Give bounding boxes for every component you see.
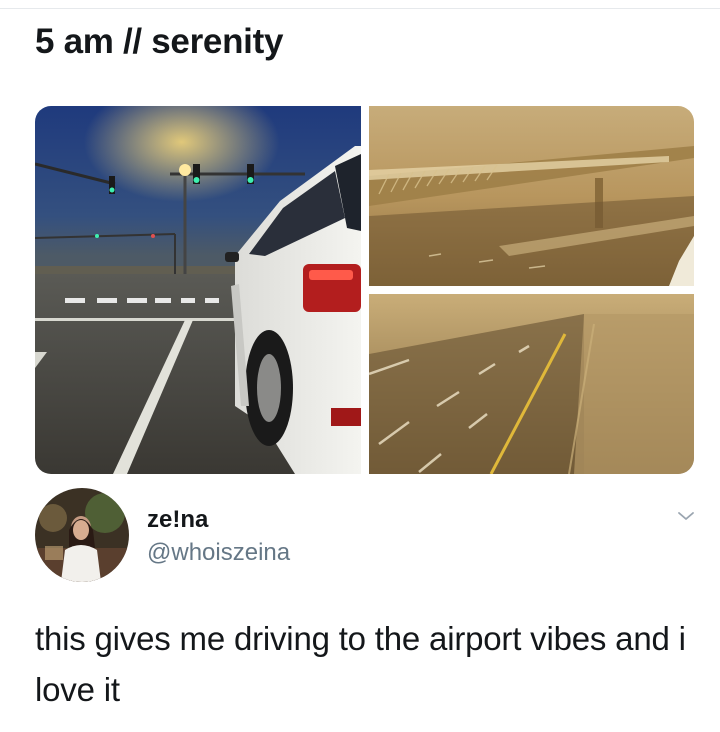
photo-foggy-highway[interactable] xyxy=(369,294,694,474)
tweet-text: this gives me driving to the airport vib… xyxy=(35,620,686,708)
top-divider xyxy=(0,8,720,9)
photo-night-intersection[interactable] xyxy=(35,106,361,474)
photo-grid xyxy=(35,106,694,474)
tweet-menu-button[interactable] xyxy=(672,502,700,530)
post-caption: 5 am // serenity xyxy=(35,22,284,61)
chevron-down-icon xyxy=(678,512,694,520)
user-handle[interactable]: @whoiszeina xyxy=(147,538,290,568)
display-name[interactable]: ze!na xyxy=(147,505,208,535)
photo-foggy-overpass[interactable] xyxy=(369,106,694,286)
avatar[interactable] xyxy=(35,488,129,582)
